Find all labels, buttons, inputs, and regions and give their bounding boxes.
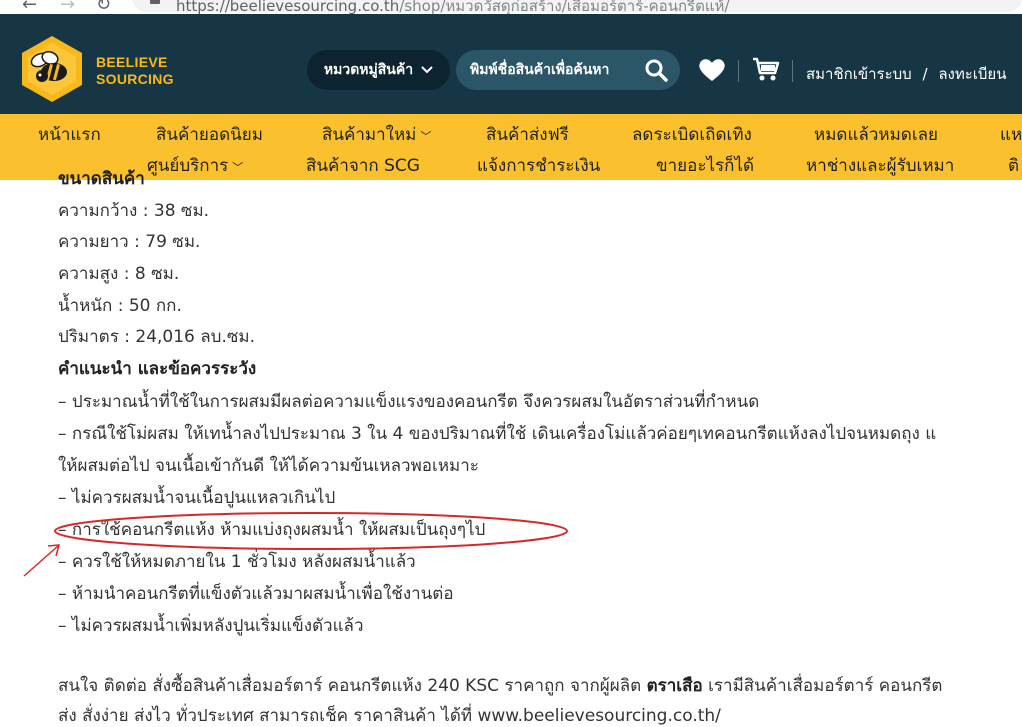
spec-volume: ปริมาตร : 24,016 ลบ.ซม. xyxy=(58,327,256,347)
search-input[interactable] xyxy=(470,50,630,90)
header-divider xyxy=(738,60,739,82)
advice-item: – ควรใช้ให้หมดภายใน 1 ชั่วโมง หลังผสมน้ำ… xyxy=(58,552,416,572)
menu-item-find-contractors[interactable]: หาช่างและผู้รับเหมา xyxy=(806,152,954,179)
header-divider xyxy=(792,60,793,82)
website-link[interactable]: www.beelievesourcing.co.th/ xyxy=(478,706,721,726)
menu-item-more[interactable]: แห xyxy=(1000,121,1022,148)
logo-line-2: SOURCING xyxy=(96,71,174,87)
menu-label: สินค้าส่งฟรี xyxy=(486,125,569,145)
advice-item: – ห้ามนำคอนกรีตที่แข็งตัวแล้วมาผสมน้ำเพื… xyxy=(58,584,454,604)
spec-height: ความสูง : 8 ซม. xyxy=(58,264,180,284)
category-button-label: หมวดหมู่สินค้า xyxy=(323,62,414,78)
menu-item-free-shipping[interactable]: สินค้าส่งฟรี xyxy=(486,121,569,148)
advice-item-continued: ให้ผสมต่อไป จนเนื้อเข้ากันดี ให้ได้ความข… xyxy=(58,456,479,476)
menu-item-home[interactable]: หน้าแรก xyxy=(38,121,101,148)
advice-heading: คำแนะนำ และข้อควรระวัง xyxy=(58,359,257,379)
contact-text: เรามีสินค้าเสื่อมอร์ตาร์ คอนกรีต xyxy=(708,676,943,696)
chevron-down-icon: ﹀ xyxy=(232,161,244,174)
size-heading: ขนาดสินค้า xyxy=(58,169,145,189)
menu-label: ติ xyxy=(1008,156,1020,176)
advice-item: – ประมาณน้ำที่ใช้ในการผสมมีผลต่อความแข็ง… xyxy=(58,392,760,412)
menu-item-service-center[interactable]: ศูนย์บริการ ﹀ xyxy=(147,152,243,179)
menu-item-new-products[interactable]: สินค้ามาใหม่ ﹀ xyxy=(322,121,431,148)
menu-item-popular[interactable]: สินค้ายอดนิยม xyxy=(156,121,263,148)
search-icon[interactable] xyxy=(644,58,668,82)
menu-item-mega-sale[interactable]: ลดระเบิดเถิดเทิง xyxy=(632,121,752,148)
contact-text: สนใจ ติดต่อ สั่งซื้อสินค้าเสื่อมอร์ตาร์ … xyxy=(58,676,642,696)
menu-item-sell-anything[interactable]: ขายอะไรก็ได้ xyxy=(656,152,754,179)
menu-item-scg-products[interactable]: สินค้าจาก SCG xyxy=(306,152,420,179)
annotation-arrow xyxy=(23,545,59,577)
menu-label: หน้าแรก xyxy=(38,125,101,145)
url-host: https://beelievesourcing.co.th xyxy=(176,0,400,14)
advice-item: – กรณีใช้โม่ผสม ให้เทน้ำลงไปประมาณ 3 ใน … xyxy=(58,424,937,444)
menu-label: ศูนย์บริการ xyxy=(147,156,229,176)
menu-item-contact[interactable]: ติ xyxy=(1008,152,1019,179)
register-link[interactable]: ลงทะเบียน xyxy=(938,65,1006,83)
contact-paragraph-line-1: สนใจ ติดต่อ สั่งซื้อสินค้าเสื่อมอร์ตาร์ … xyxy=(58,675,942,697)
reload-icon[interactable]: ↻ xyxy=(96,0,111,14)
browser-toolbar: ← → ↻ https://beelievesourcing.co.th/sho… xyxy=(0,0,1022,14)
menu-label: หาช่างและผู้รับเหมา xyxy=(806,156,955,176)
main-menu: หน้าแรก สินค้ายอดนิยม สินค้ามาใหม่ ﹀ สินค… xyxy=(0,114,1022,180)
menu-label: ขายอะไรก็ได้ xyxy=(656,156,755,176)
menu-item-clearance[interactable]: หมดแล้วหมดเลย xyxy=(814,121,938,148)
contact-text: ส่ง สั่งง่าย ส่งไว ทั่วประเทศ สามารถเช็ค… xyxy=(58,706,473,726)
lock-icon xyxy=(150,0,160,4)
cart-icon[interactable] xyxy=(752,57,780,83)
auth-separator: / xyxy=(922,65,928,83)
spec-weight: น้ำหนัก : 50 กก. xyxy=(58,296,182,316)
chevron-down-icon: ﹀ xyxy=(420,130,432,143)
back-arrow-icon[interactable]: ← xyxy=(22,0,37,14)
advice-item-highlighted: – การใช้คอนกรีตแห้ง ห้ามแบ่งถุงผสมน้ำ ให… xyxy=(58,520,486,540)
chevron-down-icon xyxy=(421,66,433,74)
logo-line-1: BEELIEVE xyxy=(96,54,168,70)
menu-label: สินค้าจาก SCG xyxy=(306,156,420,176)
menu-label: สินค้ามาใหม่ xyxy=(322,125,417,145)
menu-label: แห xyxy=(1000,125,1022,145)
forward-arrow-icon[interactable]: → xyxy=(60,0,75,14)
bee-logo-icon[interactable] xyxy=(20,34,84,104)
contact-paragraph-line-2: ส่ง สั่งง่าย ส่งไว ทั่วประเทศ สามารถเช็ค… xyxy=(58,705,721,727)
advice-item: – ไม่ควรผสมน้ำจนเนื้อปูนแหลวเกินไป xyxy=(58,488,336,508)
menu-label: ลดระเบิดเถิดเทิง xyxy=(632,125,752,145)
menu-label: สินค้ายอดนิยม xyxy=(156,125,263,145)
site-header: BEELIEVE SOURCING หมวดหมู่สินค้า สมาชิกเ… xyxy=(0,14,1022,114)
menu-item-payment-notify[interactable]: แจ้งการชำระเงิน xyxy=(477,152,600,179)
spec-length: ความยาว : 79 ซม. xyxy=(58,232,201,252)
spec-width: ความกว้าง : 38 ซม. xyxy=(58,201,210,221)
heart-icon[interactable] xyxy=(698,58,726,82)
category-menu-button[interactable]: หมวดหมู่สินค้า xyxy=(307,50,450,90)
login-link[interactable]: สมาชิกเข้าระบบ xyxy=(806,65,912,83)
brand-logo-text[interactable]: BEELIEVE SOURCING xyxy=(96,54,174,88)
menu-label: หมดแล้วหมดเลย xyxy=(814,125,939,145)
url-text[interactable]: https://beelievesourcing.co.th/shop/หมวด… xyxy=(176,0,729,14)
brand-name: ตราเสือ xyxy=(646,676,703,696)
advice-item: – ไม่ควรผสมน้ำเพิ่มหลังปูนเริ่มแข็งตัวแล… xyxy=(58,616,364,636)
url-path: /shop/หมวดวัสดุก่อสร้าง/เสื่อมอร์ตาร์-คอ… xyxy=(399,0,730,14)
auth-links: สมาชิกเข้าระบบ / ลงทะเบียน xyxy=(806,62,1006,86)
menu-label: แจ้งการชำระเงิน xyxy=(477,156,601,176)
search-box xyxy=(456,50,680,90)
